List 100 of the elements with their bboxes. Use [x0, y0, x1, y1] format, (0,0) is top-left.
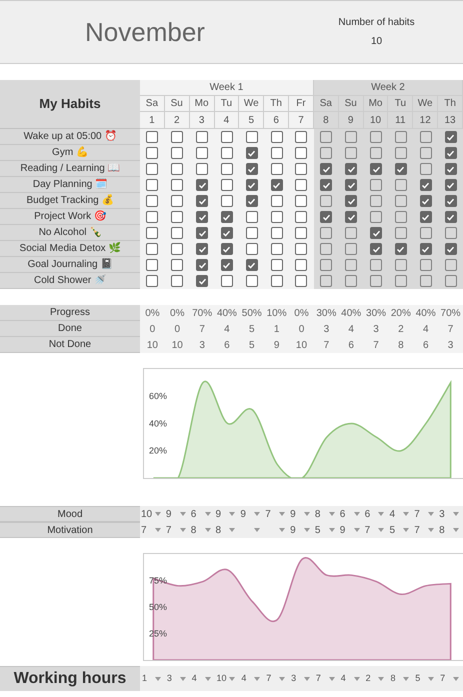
checkbox[interactable]	[320, 163, 332, 175]
checkbox[interactable]	[196, 275, 208, 287]
checkbox[interactable]	[420, 211, 432, 223]
checkbox[interactable]	[246, 179, 258, 191]
checkbox[interactable]	[394, 259, 407, 271]
checkbox[interactable]	[345, 227, 358, 239]
rating-dropdown[interactable]: 3	[438, 506, 463, 522]
checkbox[interactable]	[270, 147, 283, 159]
checkbox[interactable]	[444, 195, 457, 207]
checkbox[interactable]	[270, 243, 283, 255]
checkbox[interactable]	[171, 275, 184, 287]
checkbox[interactable]	[394, 195, 407, 207]
checkbox[interactable]	[345, 147, 358, 159]
checkbox[interactable]	[196, 259, 208, 271]
checkbox[interactable]	[295, 243, 308, 255]
checkbox[interactable]	[146, 195, 158, 207]
checkbox[interactable]	[394, 243, 407, 255]
checkbox[interactable]	[320, 179, 332, 191]
checkbox[interactable]	[220, 131, 233, 143]
checkbox[interactable]	[171, 259, 184, 271]
checkbox[interactable]	[220, 163, 233, 175]
checkbox[interactable]	[246, 195, 258, 207]
checkbox[interactable]	[295, 259, 308, 271]
checkbox[interactable]	[394, 131, 407, 143]
rating-dropdown[interactable]: 10	[140, 506, 165, 522]
checkbox[interactable]	[171, 163, 184, 175]
rating-dropdown[interactable]: 9	[338, 522, 364, 538]
checkbox[interactable]	[420, 179, 432, 191]
checkbox[interactable]	[420, 227, 432, 239]
checkbox[interactable]	[370, 243, 382, 255]
rating-dropdown[interactable]: 5	[314, 522, 339, 538]
checkbox[interactable]	[370, 227, 382, 239]
checkbox[interactable]	[420, 131, 432, 143]
rating-dropdown[interactable]: 6	[190, 506, 215, 522]
checkbox[interactable]	[320, 259, 332, 271]
checkbox[interactable]	[345, 275, 358, 287]
hours-dropdown[interactable]: 4	[190, 666, 215, 691]
rating-dropdown[interactable]: 8	[190, 522, 215, 538]
rating-dropdown[interactable]: 4	[388, 506, 414, 522]
checkbox[interactable]	[246, 147, 258, 159]
hours-dropdown[interactable]: 5	[413, 666, 438, 691]
checkbox[interactable]	[444, 163, 457, 175]
checkbox[interactable]	[345, 211, 358, 223]
hours-dropdown[interactable]: 7	[438, 666, 463, 691]
checkbox[interactable]	[171, 243, 184, 255]
checkbox[interactable]	[420, 275, 432, 287]
checkbox[interactable]	[295, 195, 308, 207]
rating-dropdown[interactable]: 7	[164, 522, 190, 538]
checkbox[interactable]	[444, 243, 457, 255]
rating-dropdown[interactable]: 7	[413, 522, 438, 538]
checkbox[interactable]	[394, 211, 407, 223]
checkbox[interactable]	[345, 179, 358, 191]
checkbox[interactable]	[295, 163, 308, 175]
checkbox[interactable]	[220, 243, 233, 255]
hours-dropdown[interactable]: 4	[239, 666, 264, 691]
checkbox[interactable]	[370, 275, 382, 287]
hours-dropdown[interactable]: 3	[164, 666, 190, 691]
checkbox[interactable]	[270, 275, 283, 287]
checkbox[interactable]	[370, 259, 382, 271]
checkbox[interactable]	[444, 131, 457, 143]
checkbox[interactable]	[394, 227, 407, 239]
checkbox[interactable]	[220, 147, 233, 159]
checkbox[interactable]	[246, 131, 258, 143]
checkbox[interactable]	[146, 259, 158, 271]
checkbox[interactable]	[320, 275, 332, 287]
checkbox[interactable]	[146, 243, 158, 255]
checkbox[interactable]	[171, 195, 184, 207]
checkbox[interactable]	[370, 163, 382, 175]
checkbox[interactable]	[196, 243, 208, 255]
rating-dropdown[interactable]: 5	[388, 522, 414, 538]
rating-dropdown[interactable]: 9	[164, 506, 190, 522]
rating-dropdown[interactable]: 7	[264, 506, 290, 522]
checkbox[interactable]	[320, 195, 332, 207]
rating-dropdown[interactable]: 7	[413, 506, 438, 522]
rating-dropdown[interactable]: 9	[289, 522, 314, 538]
checkbox[interactable]	[270, 163, 283, 175]
checkbox[interactable]	[370, 179, 382, 191]
checkbox[interactable]	[345, 243, 358, 255]
checkbox[interactable]	[246, 227, 258, 239]
checkbox[interactable]	[220, 275, 233, 287]
checkbox[interactable]	[246, 259, 258, 271]
checkbox[interactable]	[220, 211, 233, 223]
checkbox[interactable]	[246, 243, 258, 255]
checkbox[interactable]	[444, 147, 457, 159]
checkbox[interactable]	[420, 259, 432, 271]
rating-dropdown[interactable]: 9	[239, 506, 264, 522]
checkbox[interactable]	[420, 147, 432, 159]
checkbox[interactable]	[320, 131, 332, 143]
checkbox[interactable]	[295, 147, 308, 159]
checkbox[interactable]	[320, 243, 332, 255]
checkbox[interactable]	[171, 211, 184, 223]
rating-dropdown[interactable]: 8	[314, 506, 339, 522]
checkbox[interactable]	[196, 163, 208, 175]
checkbox[interactable]	[146, 211, 158, 223]
checkbox[interactable]	[196, 227, 208, 239]
checkbox[interactable]	[370, 131, 382, 143]
checkbox[interactable]	[246, 163, 258, 175]
hours-dropdown[interactable]: 1	[140, 666, 165, 691]
checkbox[interactable]	[444, 259, 457, 271]
checkbox[interactable]	[394, 275, 407, 287]
